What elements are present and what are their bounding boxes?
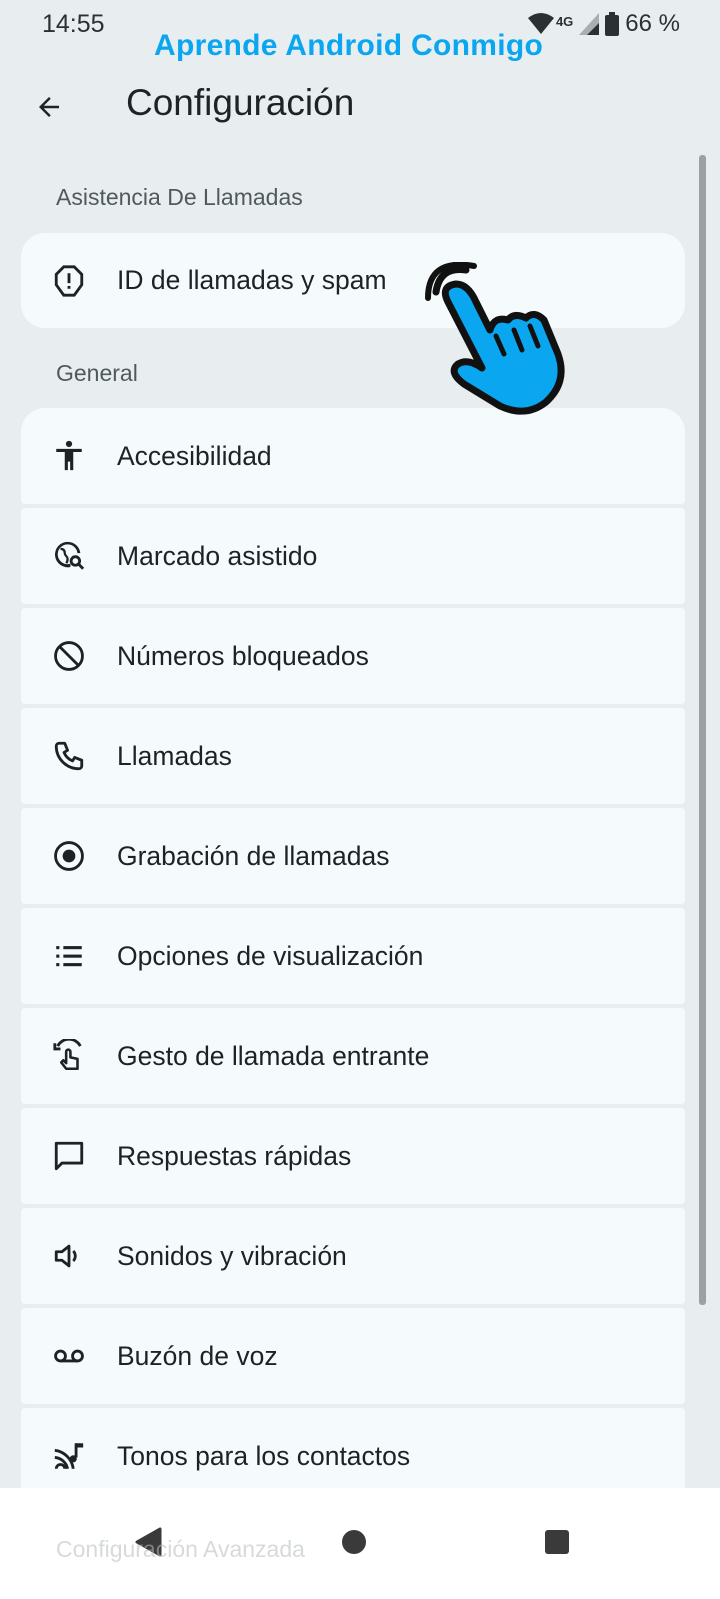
battery-level: 66 % [625,10,680,37]
network-type: 4G [555,13,574,29]
section-header-call-assist: Asistencia De Llamadas [56,184,303,210]
message-icon [51,1138,87,1174]
circle-home-icon [342,1530,366,1554]
phone-icon [51,738,87,774]
settings-item-calls[interactable]: Llamadas [21,708,685,804]
block-icon [51,638,87,674]
settings-item-label: Llamadas [117,740,232,771]
ringtone-icon [51,1438,87,1474]
globe-search-icon [51,538,87,574]
settings-item-label: Marcado asistido [117,540,318,571]
settings-item-label: ID de llamadas y spam [117,265,387,295]
settings-item-label: Tonos para los contactos [117,1440,411,1471]
arrow-back-icon [39,97,59,117]
settings-item-label: Grabación de llamadas [117,840,390,871]
tap-hand-icon [425,262,565,415]
watermark-text: Aprende Android Conmigo [154,29,544,62]
settings-item-accessibility[interactable]: Accesibilidad [21,408,685,504]
section-header-advanced-overlay: Configuración Avanzada [56,1536,305,1562]
battery-icon [605,12,620,36]
settings-item-blocked-numbers[interactable]: Números bloqueados [21,608,685,704]
settings-item-assisted-dialing[interactable]: Marcado asistido [21,508,685,604]
settings-item-label: Accesibilidad [117,440,272,471]
voicemail-icon [51,1338,87,1374]
section-header-general: General [56,360,138,386]
settings-item-label: Números bloqueados [117,640,369,671]
settings-item-voicemail[interactable]: Buzón de voz [21,1308,685,1404]
settings-item-display-options[interactable]: Opciones de visualización [21,908,685,1004]
settings-item-caller-id-spam[interactable]: ID de llamadas y spam [21,233,685,328]
list-icon [51,938,87,974]
volume-icon [51,1238,87,1274]
signal-icon [579,13,600,35]
settings-item-label: Opciones de visualización [117,940,424,971]
record-icon [51,838,87,874]
nav-recents-button[interactable] [527,1512,587,1572]
settings-item-label: Sonidos y vibración [117,1240,347,1271]
settings-item-call-recording[interactable]: Grabación de llamadas [21,808,685,904]
page-title: Configuración [126,82,355,123]
settings-item-quick-responses[interactable]: Respuestas rápidas [21,1108,685,1204]
status-time: 14:55 [42,10,105,38]
status-icons: 4G 66 % [527,10,680,38]
back-button[interactable] [26,84,72,130]
settings-item-incoming-call-gesture[interactable]: Gesto de llamada entrante [21,1008,685,1104]
settings-item-sounds-vibration[interactable]: Sonidos y vibración [21,1208,685,1304]
square-recents-icon [545,1530,569,1554]
settings-item-label: Gesto de llamada entrante [117,1040,430,1071]
accessibility-icon [51,438,87,474]
app-bar: Configuración [0,62,720,152]
nav-home-button[interactable] [324,1512,384,1572]
settings-item-label: Buzón de voz [117,1340,278,1371]
alert-octagon-icon [51,263,87,299]
settings-item-label: Respuestas rápidas [117,1140,352,1171]
scrollbar[interactable] [699,155,706,1305]
gesture-icon [51,1038,87,1074]
